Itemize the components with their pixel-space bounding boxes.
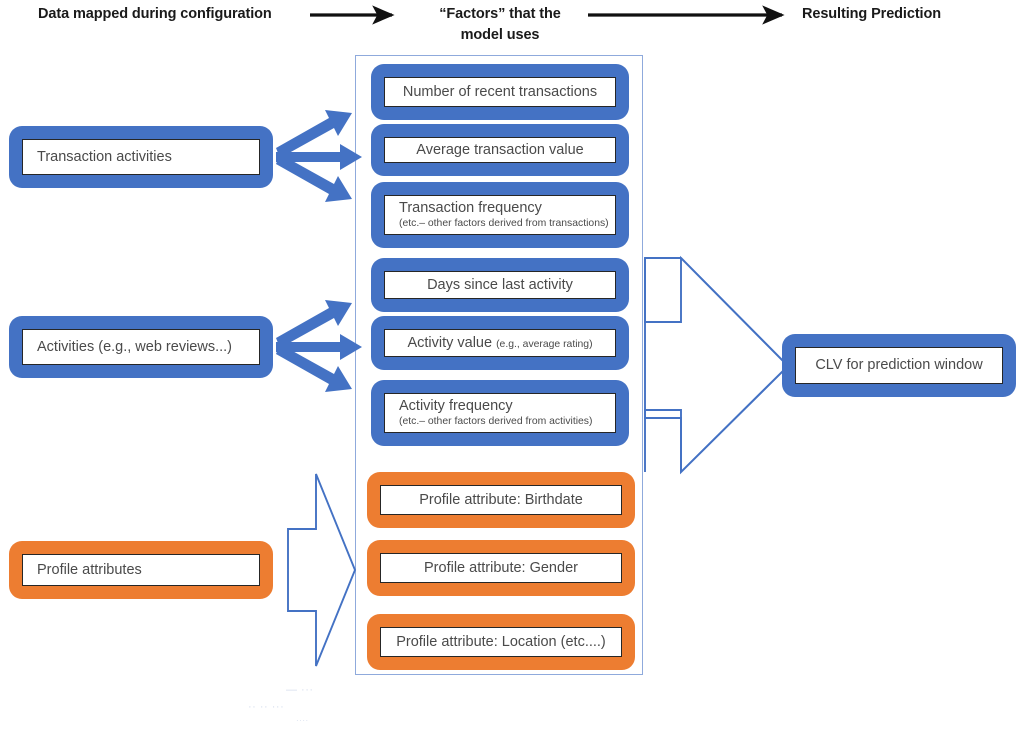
factor-plate-7: Profile attribute: Birthdate (380, 485, 622, 515)
output-plate: CLV for prediction window (795, 347, 1003, 384)
factor-plate-3: Transaction frequency (etc.– other facto… (384, 195, 616, 235)
output-label-clv: CLV for prediction window (815, 357, 983, 374)
factor-label-9: Profile attribute: Location (etc....) (396, 633, 606, 650)
faint-artifact-line2: ·· ·· ··· (248, 701, 285, 713)
factor-sublabel-5: (e.g., average rating) (496, 338, 593, 350)
input-label-profile-attributes: Profile attributes (37, 561, 142, 578)
header-middle-label: “Factors” that the model uses (405, 4, 595, 46)
input-box-transaction-activities[interactable]: Transaction activities (9, 126, 273, 188)
factor-label-8: Profile attribute: Gender (424, 559, 578, 576)
factor-plate-1: Number of recent transactions (384, 77, 616, 107)
header-right-label: Resulting Prediction (802, 6, 941, 22)
input-box-profile-attributes-plate: Profile attributes (22, 554, 260, 586)
input-box-activities[interactable]: Activities (e.g., web reviews...) (9, 316, 273, 378)
input-box-transaction-activities-plate: Transaction activities (22, 139, 260, 175)
prediction-block-arrow (644, 255, 790, 475)
factor-label-2: Average transaction value (416, 141, 584, 158)
input-box-activities-plate: Activities (e.g., web reviews...) (22, 329, 260, 365)
factor-box-average-transaction-value[interactable]: Average transaction value (371, 124, 629, 176)
input-label-transaction-activities: Transaction activities (37, 148, 172, 165)
header-left-label: Data mapped during configuration (38, 6, 272, 22)
factor-sublabel-6: (etc.– other factors derived from activi… (399, 416, 593, 428)
factor-box-activity-frequency[interactable]: Activity frequency (etc.– other factors … (371, 380, 629, 446)
factor-plate-5: Activity value (e.g., average rating) (384, 329, 616, 357)
factor-box-profile-attribute-gender[interactable]: Profile attribute: Gender (367, 540, 635, 596)
factor-box-days-since-last-activity[interactable]: Days since last activity (371, 258, 629, 312)
factor-box-number-of-recent-transactions[interactable]: Number of recent transactions (371, 64, 629, 120)
input-label-activities: Activities (e.g., web reviews...) (37, 338, 232, 355)
profile-block-arrow (287, 473, 357, 667)
factor-box-activity-value[interactable]: Activity value (e.g., average rating) (371, 316, 629, 370)
activity-arrow-fan (276, 300, 362, 392)
header-middle-label-line1: “Factors” that the (439, 6, 561, 22)
factor-label-5-main: Activity value (407, 334, 493, 351)
factor-label-1: Number of recent transactions (402, 83, 598, 100)
factor-label-3: Transaction frequency (399, 200, 542, 217)
factor-plate-6: Activity frequency (etc.– other factors … (384, 393, 616, 433)
faint-artifact-line3: ···· (296, 716, 309, 725)
factor-box-transaction-frequency[interactable]: Transaction frequency (etc.– other facto… (371, 182, 629, 248)
factor-label-6: Activity frequency (399, 398, 513, 415)
factor-plate-9: Profile attribute: Location (etc....) (380, 627, 622, 657)
factor-label-4: Days since last activity (427, 276, 573, 293)
transaction-arrow-fan (276, 110, 362, 202)
diagram-canvas: Data mapped during configuration “Factor… (0, 0, 1024, 732)
factor-plate-4: Days since last activity (384, 271, 616, 299)
input-box-profile-attributes[interactable]: Profile attributes (9, 541, 273, 599)
factor-plate-2: Average transaction value (384, 137, 616, 163)
header-middle-label-line2: model uses (460, 27, 540, 44)
factor-box-profile-attribute-location[interactable]: Profile attribute: Location (etc....) (367, 614, 635, 670)
factor-sublabel-3: (etc.– other factors derived from transa… (399, 218, 609, 230)
output-box-clv-prediction[interactable]: CLV for prediction window (782, 334, 1016, 397)
factor-plate-8: Profile attribute: Gender (380, 553, 622, 583)
factor-label-5: Activity value (e.g., average rating) (407, 334, 592, 352)
factor-box-profile-attribute-birthdate[interactable]: Profile attribute: Birthdate (367, 472, 635, 528)
faint-artifact-line1: — ··· (286, 684, 314, 696)
factor-label-7: Profile attribute: Birthdate (419, 491, 583, 508)
